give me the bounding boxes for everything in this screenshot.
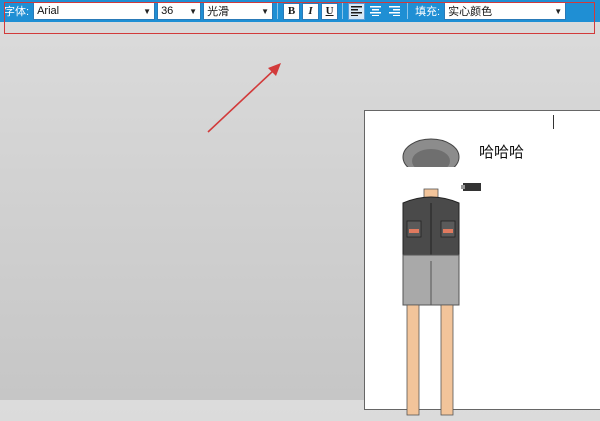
document-canvas[interactable]: 哈哈哈 [364,110,600,416]
text-cursor [553,115,554,129]
canvas-text-layer[interactable]: 哈哈哈 [479,141,524,162]
character-illustration [401,138,481,416]
